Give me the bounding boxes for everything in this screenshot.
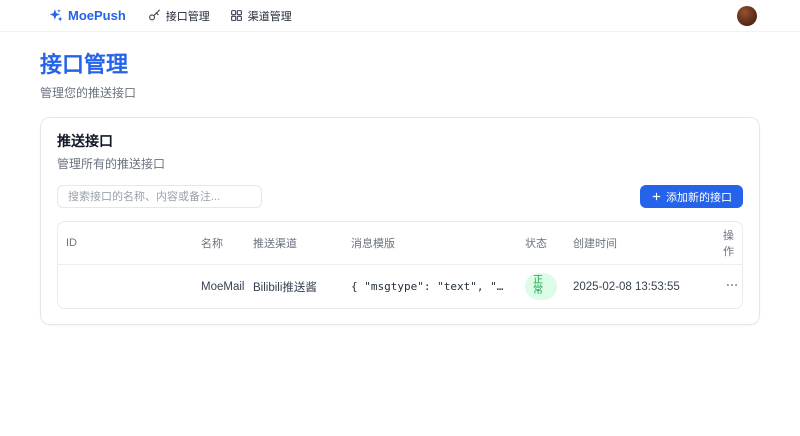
nav-item-channels[interactable]: 渠道管理 [230, 8, 292, 24]
brand-name: MoePush [68, 8, 126, 23]
key-icon [148, 9, 161, 22]
cell-channel: Bilibili推送酱 [245, 265, 343, 309]
card-controls: 添加新的接口 [57, 185, 743, 208]
search-input[interactable] [57, 185, 262, 208]
page-title: 接口管理 [40, 47, 760, 79]
nav-item-label: 接口管理 [166, 8, 210, 24]
page-subtitle: 管理您的推送接口 [40, 84, 760, 101]
col-header-template: 消息模版 [343, 222, 517, 265]
main-content: 接口管理 管理您的推送接口 推送接口 管理所有的推送接口 添加新的接口 [0, 32, 800, 325]
cell-created: 2025-02-08 13:53:55 [565, 265, 715, 309]
top-nav: MoePush 接口管理 渠道管理 [0, 0, 800, 32]
nav-item-label: 渠道管理 [248, 8, 292, 24]
col-header-actions: 操作 [715, 222, 742, 265]
table-row: MoeMail Bilibili推送酱 { "msgtype": "text",… [58, 265, 742, 309]
cell-status: 正常 [517, 265, 565, 309]
nav-item-endpoints[interactable]: 接口管理 [148, 8, 210, 24]
col-header-name: 名称 [193, 222, 245, 265]
cell-id [58, 265, 193, 309]
grid-icon [230, 9, 243, 22]
cell-name: MoeMail [193, 265, 245, 309]
sparkles-icon [48, 8, 63, 23]
add-endpoint-label: 添加新的接口 [666, 189, 732, 205]
card-title: 推送接口 [57, 131, 743, 151]
col-header-channel: 推送渠道 [245, 222, 343, 265]
user-avatar[interactable] [737, 6, 757, 26]
plus-icon [651, 191, 662, 202]
brand-link[interactable]: MoePush [48, 8, 126, 23]
endpoints-card: 推送接口 管理所有的推送接口 添加新的接口 [40, 117, 760, 325]
col-header-status: 状态 [517, 222, 565, 265]
status-badge: 正常 [525, 273, 557, 300]
row-actions-button[interactable] [723, 278, 741, 292]
add-endpoint-button[interactable]: 添加新的接口 [640, 185, 743, 208]
cell-template: { "msgtype": "text", "… [343, 265, 517, 309]
col-header-id: ID [58, 222, 193, 265]
table-header-row: ID 名称 推送渠道 消息模版 状态 创建时间 操作 [58, 222, 742, 265]
more-horizontal-icon [725, 280, 739, 295]
col-header-created: 创建时间 [565, 222, 715, 265]
endpoints-table: ID 名称 推送渠道 消息模版 状态 创建时间 操作 MoeMail Bilib… [57, 221, 743, 309]
cell-actions [715, 265, 742, 309]
nav-menu: 接口管理 渠道管理 [148, 8, 292, 24]
card-subtitle: 管理所有的推送接口 [57, 155, 743, 172]
